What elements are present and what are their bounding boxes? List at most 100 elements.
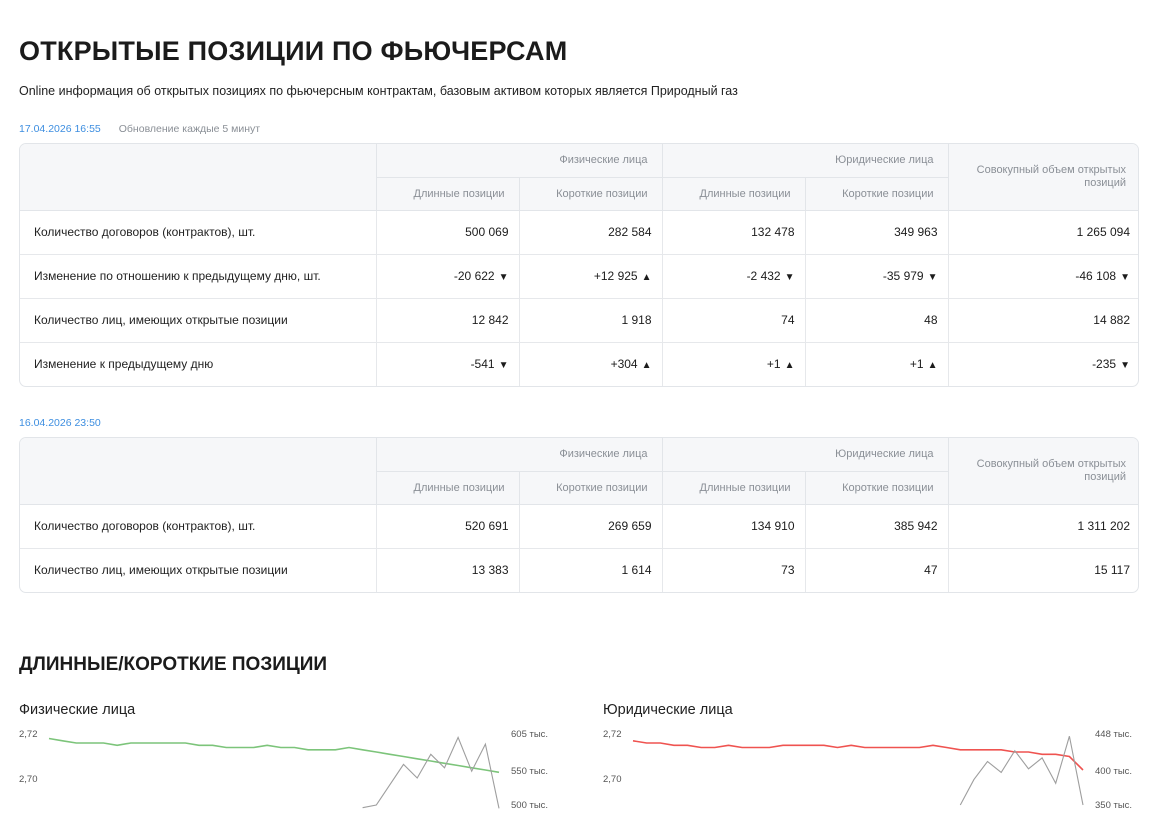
cell-value: -46 108: [1075, 269, 1117, 283]
cell-value: 500 069: [465, 225, 509, 239]
series-line-0: [632, 740, 1084, 771]
cell-value: 282 584: [608, 225, 652, 239]
left-tick-label: 2,70: [19, 774, 38, 785]
table-cell: 47: [804, 547, 948, 592]
header-individuals: Физические лица: [375, 144, 662, 178]
table-cell: 1 918: [518, 297, 662, 342]
chart-title: Физические лица: [19, 702, 136, 718]
chart-legal: Юридические лица 2,72 2,70 448 тыс. 400 тыс…: [603, 702, 1163, 816]
table-cell: 13 383: [375, 547, 519, 592]
cell-value: 15 117: [1094, 563, 1130, 578]
table-cell: 269 659: [518, 504, 662, 548]
series-line-1: [959, 736, 1084, 806]
cell-value: 520 691: [465, 519, 509, 533]
table-cell: 1 614: [518, 547, 662, 592]
row-label: Изменение по отношению к предыдущему дню…: [20, 253, 376, 298]
header-short: Короткие позиции: [804, 471, 948, 505]
chart-legal-svg: 2,72 2,70 448 тыс. 400 тыс. 350 тыс.: [603, 729, 1132, 811]
left-tick-label: 2,72: [19, 729, 38, 740]
arrow-down-icon: ▼: [784, 272, 795, 283]
table-cell: 15 117: [947, 547, 1138, 592]
cell-value: 1 918: [621, 313, 652, 327]
cell-value: 1 311 202: [1077, 519, 1131, 533]
cell-value: 47: [924, 563, 938, 578]
left-tick-label: 2,72: [603, 729, 622, 740]
table-cell: 520 691: [375, 504, 519, 548]
previous-date: 16.04.2026 23:50: [19, 417, 101, 429]
cell-value: +1: [766, 357, 781, 372]
table-cell: 385 942: [804, 504, 948, 548]
table-cell: 74: [661, 297, 805, 342]
cell-value: -20 622: [453, 269, 495, 283]
arrow-down-icon: ▼: [927, 272, 938, 283]
left-tick-label: 2,70: [603, 774, 622, 785]
arrow-down-icon: ▼: [498, 272, 509, 283]
row-label: Количество лиц, имеющих открытые позиции: [20, 297, 376, 342]
cell-value: 13 383: [471, 563, 509, 578]
table-cell: -35 979 ▼: [804, 253, 948, 298]
arrow-down-icon: ▼: [1120, 272, 1130, 283]
table-cell: 73: [661, 547, 805, 592]
page-subtitle: Online информация об открытых позициях п…: [19, 84, 738, 98]
cell-value: 385 942: [894, 519, 938, 533]
header-legal: Юридические лица: [661, 438, 948, 472]
cell-value: 12 842: [471, 313, 509, 327]
header-total: Совокупный объем открытых позиций: [947, 438, 1138, 505]
header-individuals: Физические лица: [375, 438, 662, 472]
table-cell: +304 ▲: [518, 341, 662, 386]
row-label: Количество договоров (контрактов), шт.: [34, 519, 256, 533]
cell-value: 134 910: [751, 519, 795, 533]
chart-individuals-svg: 2,72 2,70 605 тыс. 550 тыс. 500 тыс.: [19, 729, 548, 811]
current-date: 17.04.2026 16:55: [19, 123, 101, 135]
table-row: Количество лиц, имеющих открытые позиции…: [20, 297, 1138, 342]
cell-value: +304: [610, 357, 638, 372]
table-cell: 14 882: [947, 297, 1138, 342]
table-cell: -20 622 ▼: [375, 253, 519, 298]
table-cell: -2 432 ▼: [661, 253, 805, 298]
header-long: Длинные позиции: [661, 177, 805, 211]
table-cell: 48: [804, 297, 948, 342]
table-cell: 132 478: [661, 210, 805, 254]
table-cell: +12 925 ▲: [518, 253, 662, 298]
row-label: Изменение к предыдущему дню: [20, 341, 376, 386]
arrow-up-icon: ▲: [641, 360, 652, 372]
table-cell: -46 108 ▼: [947, 253, 1138, 298]
table-row: Изменение по отношению к предыдущему дню…: [20, 253, 1138, 298]
header-long: Длинные позиции: [375, 471, 519, 505]
table-row: Количество договоров (контрактов), шт. 52…: [20, 504, 1138, 548]
arrow-up-icon: ▲: [641, 272, 652, 283]
table-row: Количество лиц, имеющих открытые позиции…: [20, 547, 1138, 592]
right-tick-label: 400 тыс.: [1095, 766, 1132, 777]
header-long: Длинные позиции: [375, 177, 519, 211]
cell-value: 73: [781, 563, 795, 578]
header-short: Короткие позиции: [518, 471, 662, 505]
table-cell: 1 311 202: [947, 504, 1138, 548]
row-label: Количество лиц, имеющих открытые позиции: [20, 547, 376, 592]
cell-value: +1: [909, 357, 924, 372]
cell-value: -235: [1092, 357, 1117, 372]
chart-individuals: Физические лица 2,72 2,70 605 тыс. 550 тыс.…: [19, 702, 579, 816]
header-short: Короткие позиции: [804, 177, 948, 211]
previous-positions-table: Физические лица Юридические лица Совокуп…: [19, 437, 1139, 593]
header-short: Короткие позиции: [518, 177, 662, 211]
arrow-up-icon: ▲: [784, 360, 795, 372]
table-cell: +1 ▲: [804, 341, 948, 386]
cell-value: 132 478: [751, 225, 795, 239]
cell-value: 1 265 094: [1076, 225, 1130, 239]
series-line-1: [362, 735, 500, 809]
arrow-down-icon: ▼: [1120, 360, 1130, 372]
header-blank: [20, 438, 376, 505]
page-title: ОТКРЫТЫЕ ПОЗИЦИИ ПО ФЬЮЧЕРСАМ: [19, 36, 568, 66]
right-tick-label: 605 тыс.: [511, 729, 548, 740]
table-cell: 134 910: [661, 504, 805, 548]
table-cell: 1 265 094: [947, 210, 1138, 254]
cell-value: 349 963: [894, 225, 938, 239]
header-total: Совокупный объем открытых позиций: [947, 144, 1138, 211]
arrow-up-icon: ▲: [927, 360, 938, 372]
cell-value: +12 925: [593, 269, 638, 283]
chart-title: Юридические лица: [603, 702, 733, 718]
cell-value: -35 979: [882, 269, 924, 283]
table-cell: -235 ▼: [947, 341, 1138, 386]
cell-value: 74: [781, 313, 795, 327]
table-cell: -541 ▼: [375, 341, 519, 386]
